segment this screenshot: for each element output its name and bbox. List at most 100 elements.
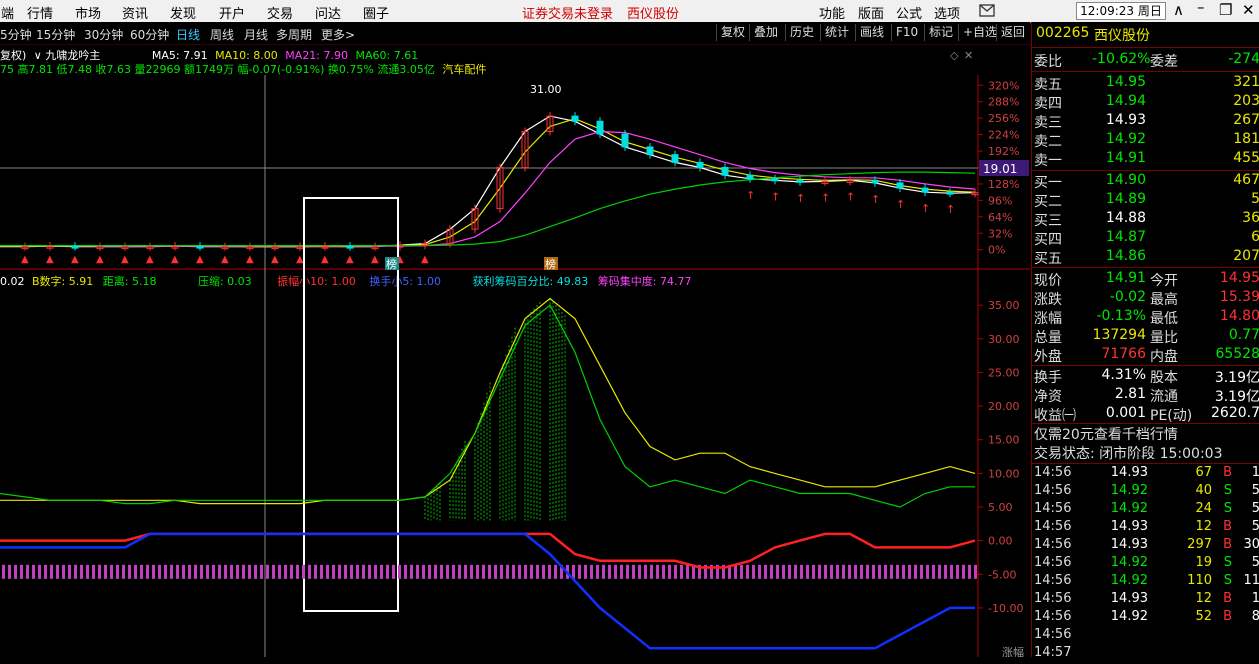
close-pane-icon[interactable]: ✕ [964,49,973,62]
tick-count: 11 [1243,573,1259,588]
minimize-icon[interactable]: – [1197,0,1205,16]
chip-bar [770,564,773,579]
tool-mark[interactable]: 标记 [924,24,953,41]
menu-item-market[interactable]: 市场 [75,3,101,22]
triangle-marker-icon: ▲ [346,254,354,265]
chip-bar [38,564,41,579]
chip-bar [494,564,497,579]
menu-item-open-account[interactable]: 开户 [219,3,245,22]
maximize-icon[interactable]: ❐ [1219,1,1232,19]
chip-bar [212,564,215,579]
chip-bar [644,564,647,579]
period-15min[interactable]: 15分钟 [36,26,75,43]
tick-volume: 52 [1195,609,1212,624]
stat-value: 14.91 [1105,270,1146,286]
stat-label-2: 最低 [1150,311,1178,327]
chip-bar [968,564,971,579]
menu-item-terminal[interactable]: 端 [1,3,14,22]
menu-item-layout[interactable]: 版面 [858,3,884,22]
tool-add-watchlist[interactable]: +自选 [958,24,997,41]
menu-item-discover[interactable]: 发现 [170,3,196,22]
promo-text[interactable]: 仅需20元查看千档行情 [1034,424,1178,444]
menu-item-function[interactable]: 功能 [819,3,845,22]
candle-body [946,191,954,195]
tool-back[interactable]: 返回 [996,24,1025,41]
period-monthly[interactable]: 月线 [244,26,268,43]
bids-row[interactable]: 买五 14.86 207 [1032,248,1259,267]
chip-bar [392,564,395,579]
tick-count: 5 [1251,519,1259,534]
triangle-marker-icon: ▲ [296,254,304,265]
bids-volume: 6 [1251,229,1259,245]
chip-bar [926,564,929,579]
candle-body [746,174,754,180]
menu-item-news[interactable]: 资讯 [122,3,148,22]
chip-bar [788,564,791,579]
bids-row[interactable]: 买一 14.90 467 [1032,172,1259,191]
menu-item-options[interactable]: 选项 [934,3,960,22]
chip-bar [512,564,515,579]
period-multi[interactable]: 多周期 [276,26,312,43]
sub-axis-label: 25.00 [988,366,1020,379]
menu-item-formula[interactable]: 公式 [896,3,922,22]
period-more[interactable]: 更多> [321,26,355,43]
bids-row[interactable]: 买四 14.87 6 [1032,229,1259,248]
menu-item-ask[interactable]: 问达 [315,3,341,22]
chip-bar [260,564,263,579]
period-5min[interactable]: 5分钟 [0,26,32,43]
chip-bar [542,564,545,579]
bids-label: 买四 [1034,232,1062,248]
tool-history[interactable]: 历史 [785,24,814,41]
period-daily[interactable]: 日线 [176,26,200,43]
menu-item-trade[interactable]: 交易 [267,3,293,22]
chip-bar [536,564,539,579]
chevron-up-icon[interactable]: ∧ [1173,1,1184,19]
bids-row[interactable]: 买三 14.88 36 [1032,210,1259,229]
stat-label: 总量 [1034,330,1062,346]
chip-bar [782,564,785,579]
login-warning[interactable]: 证券交易未登录 [522,3,613,22]
chip-bar [518,564,521,579]
stat-value: 137294 [1092,327,1146,343]
tick-row: 14:56 14.93 297 B 30 [1032,537,1259,556]
menu-item-circle[interactable]: 圈子 [363,3,389,22]
mail-icon[interactable] [979,3,995,21]
candle-body [571,115,579,122]
period-60min[interactable]: 60分钟 [130,26,169,43]
tool-restore-rights[interactable]: 复权 [716,24,745,41]
chip-bar [806,564,809,579]
chip-bar [8,564,11,579]
stat2-row: 收益㈠ 0.001 PE(动) 2620.7 [1032,405,1259,424]
tick-time: 14:56 [1034,501,1072,516]
asks-row[interactable]: 卖三 14.93 267 [1032,112,1259,131]
period-weekly[interactable]: 周线 [210,26,234,43]
chip-bar [404,564,407,579]
chip-bar [164,564,167,579]
up-arrow-icon: ↑ [946,203,955,216]
close-icon[interactable]: ✕ [1242,1,1255,19]
period-30min[interactable]: 30分钟 [84,26,123,43]
chip-bar [914,564,917,579]
chip-bar [386,564,389,579]
tool-f10[interactable]: F10 [891,24,918,41]
asks-row[interactable]: 卖五 14.95 321 [1032,74,1259,93]
tick-side: S [1223,555,1232,570]
clock: 12:09:23 周日 [1076,2,1166,20]
bids-row[interactable]: 买二 14.89 5 [1032,191,1259,210]
tool-overlay[interactable]: 叠加 [749,24,778,41]
menu-item-quotes[interactable]: 行情 [27,3,53,22]
chip-bar [500,564,503,579]
stock-name: 西仪股份 [1094,28,1150,44]
kline-chart[interactable]: ◇ ✕ 320%288%256%224%192%160%128%96%64%32… [0,45,1030,657]
tool-draw-line[interactable]: 画线 [855,24,884,41]
chip-bar [548,564,551,579]
tool-statistics[interactable]: 统计 [820,24,849,41]
chip-bar [890,564,893,579]
chip-bar [584,564,587,579]
asks-volume: 321 [1233,74,1259,90]
asks-row[interactable]: 卖一 14.91 455 [1032,150,1259,169]
tick-row: 14:56 14.92 110 S 11 [1032,573,1259,592]
asks-row[interactable]: 卖四 14.94 203 [1032,93,1259,112]
asks-row[interactable]: 卖二 14.92 181 [1032,131,1259,150]
settings-diamond-icon[interactable]: ◇ [950,49,959,62]
